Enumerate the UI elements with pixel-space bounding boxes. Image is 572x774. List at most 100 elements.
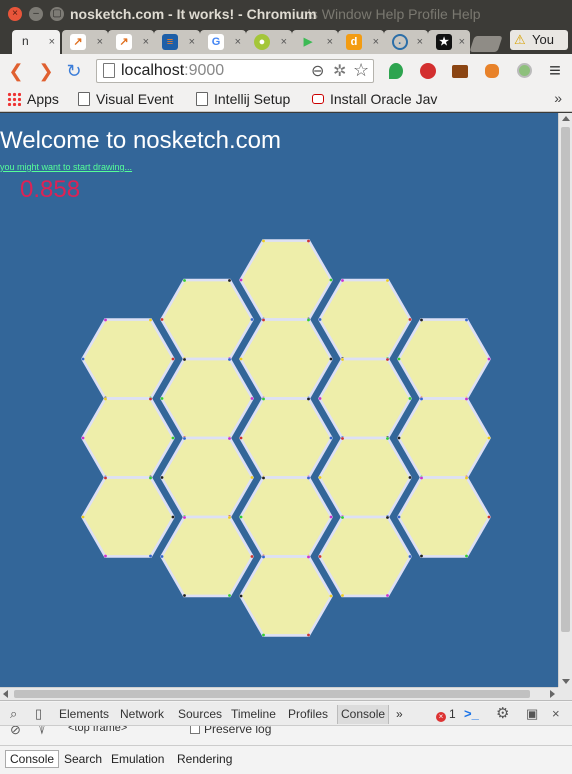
- tab-close-icon[interactable]: ×: [373, 34, 379, 50]
- tab-timeline[interactable]: Timeline: [231, 707, 276, 721]
- chart-favicon-icon: ↗: [70, 34, 86, 50]
- tab-android[interactable]: ● ×: [246, 30, 292, 54]
- tab-network[interactable]: Network: [120, 707, 164, 721]
- filter-icon[interactable]: ⍒: [38, 726, 46, 736]
- vertex-dot: [386, 516, 389, 519]
- preserve-log-checkbox[interactable]: Preserve log: [190, 726, 271, 736]
- console-drawer-icon[interactable]: >_: [464, 706, 479, 721]
- reload-icon[interactable]: ↻: [64, 61, 84, 81]
- tab-close-icon[interactable]: ×: [459, 34, 465, 50]
- address-bar[interactable]: localhost:9000 ⊖ ✲ ☆: [96, 59, 374, 83]
- vertex-dot: [183, 279, 186, 282]
- menu-icon[interactable]: ≡: [545, 61, 565, 81]
- tab-close-icon[interactable]: ×: [327, 34, 333, 50]
- tv-icon[interactable]: [450, 61, 470, 81]
- tab-close-icon[interactable]: ×: [189, 34, 195, 50]
- bookmark-label: Intellij Setup: [214, 91, 291, 107]
- vertex-dot: [171, 515, 175, 519]
- devtools-close-icon[interactable]: ×: [552, 706, 560, 721]
- tab-d[interactable]: d ×: [338, 30, 384, 54]
- url-port: :9000: [184, 62, 225, 79]
- tab-target[interactable]: · ×: [384, 30, 428, 54]
- settings-gear-icon[interactable]: ⚙: [496, 704, 509, 722]
- vertex-dot: [171, 357, 175, 361]
- vertex-dot: [160, 555, 164, 558]
- new-tab-button[interactable]: [469, 36, 503, 52]
- tab-sources[interactable]: Sources: [178, 707, 222, 721]
- device-mode-icon[interactable]: ▯: [35, 706, 42, 722]
- inspect-icon[interactable]: ⌕: [10, 706, 17, 722]
- frame-selector[interactable]: <top frame>: [68, 726, 127, 734]
- fox-icon[interactable]: [482, 61, 502, 81]
- clear-console-icon[interactable]: ⊘: [10, 726, 21, 736]
- vertex-dot: [160, 318, 164, 321]
- bookmark-star-icon[interactable]: ☆: [353, 60, 369, 81]
- start-drawing-link[interactable]: you might want to start drawing...: [0, 162, 132, 172]
- bookmark-visual-event[interactable]: Visual Event: [78, 91, 174, 107]
- tab-profiles[interactable]: Profiles: [288, 707, 328, 721]
- drawer-tab-console[interactable]: Console: [5, 750, 60, 768]
- back-icon[interactable]: ❮: [6, 61, 26, 81]
- drawer-tab-search[interactable]: Search: [64, 752, 102, 766]
- drawer-tab-emulation[interactable]: Emulation: [111, 752, 164, 766]
- tab-close-icon[interactable]: ×: [49, 34, 55, 50]
- bookmark-install-oracle[interactable]: Install Oracle Jav: [312, 91, 437, 107]
- dock-side-icon[interactable]: ▣: [526, 706, 538, 722]
- tab-close-icon[interactable]: ×: [417, 34, 423, 50]
- hexagon-canvas[interactable]: [0, 113, 558, 687]
- vertex-dot: [250, 555, 254, 558]
- scroll-down-icon[interactable]: [562, 679, 570, 684]
- error-counter[interactable]: × 1: [436, 707, 456, 722]
- address-text[interactable]: localhost:9000: [121, 62, 224, 80]
- bookmark-apps[interactable]: Apps: [7, 91, 59, 107]
- window-maximize-button[interactable]: ▢: [50, 7, 64, 21]
- tab-close-icon[interactable]: ×: [281, 34, 287, 50]
- horizontal-scrollbar[interactable]: [0, 687, 558, 700]
- devtools-more-tabs-button[interactable]: »: [396, 707, 403, 721]
- extension-gear-icon[interactable]: ✲: [333, 61, 346, 81]
- profile-button[interactable]: ⚠ You: [510, 30, 568, 50]
- opera-icon[interactable]: [418, 61, 438, 81]
- horizontal-scroll-thumb[interactable]: [14, 690, 530, 698]
- tab-nosketch[interactable]: n ×: [12, 30, 60, 54]
- vertex-dot: [420, 554, 423, 558]
- scroll-up-icon[interactable]: [562, 116, 570, 121]
- vertex-dot: [397, 357, 401, 361]
- tab-play-store[interactable]: ▶ ×: [292, 30, 338, 54]
- vertex-dot: [307, 633, 310, 637]
- vertex-dot: [386, 437, 389, 440]
- tab-close-icon[interactable]: ×: [143, 34, 149, 50]
- tab-google[interactable]: G ×: [200, 30, 246, 54]
- circle-icon[interactable]: [514, 61, 534, 81]
- tab-close-icon[interactable]: ×: [97, 34, 103, 50]
- tab-elements[interactable]: Elements: [59, 707, 109, 721]
- vertex-dot: [81, 436, 85, 440]
- green-leaf-icon[interactable]: [386, 61, 406, 81]
- vertex-dot: [341, 594, 344, 597]
- vertex-dot: [228, 516, 231, 519]
- tab-chart-1[interactable]: ↗ ×: [62, 30, 108, 54]
- tab-console[interactable]: Console: [337, 705, 390, 724]
- tab-close-icon[interactable]: ×: [235, 34, 241, 50]
- vertex-dot: [149, 318, 152, 322]
- drawer-tab-rendering[interactable]: Rendering: [177, 752, 232, 766]
- window-minimize-button[interactable]: –: [29, 7, 43, 21]
- star-favicon-icon: ★: [436, 34, 452, 50]
- tab-chart-2[interactable]: ↗ ×: [108, 30, 154, 54]
- console-filter-bar: ⊘ ⍒ <top frame> Preserve log: [0, 726, 572, 736]
- scroll-right-icon[interactable]: [550, 690, 555, 698]
- scroll-left-icon[interactable]: [3, 690, 8, 698]
- tab-stackoverflow[interactable]: ≡ ×: [154, 30, 200, 54]
- bookmark-intellij-setup[interactable]: Intellij Setup: [196, 91, 290, 107]
- checkbox-icon: [190, 726, 200, 734]
- forward-icon[interactable]: ❯: [36, 61, 56, 81]
- vertex-dot: [160, 476, 164, 479]
- zoom-icon[interactable]: ⊖: [311, 61, 324, 81]
- vertical-scrollbar[interactable]: [558, 113, 572, 687]
- vertex-dot: [104, 318, 107, 322]
- tab-star[interactable]: ★ ×: [428, 30, 470, 54]
- bookmarks-overflow-button[interactable]: »: [554, 90, 562, 106]
- vertex-dot: [262, 239, 265, 243]
- window-close-button[interactable]: ×: [8, 7, 22, 21]
- vertical-scroll-thumb[interactable]: [561, 127, 570, 632]
